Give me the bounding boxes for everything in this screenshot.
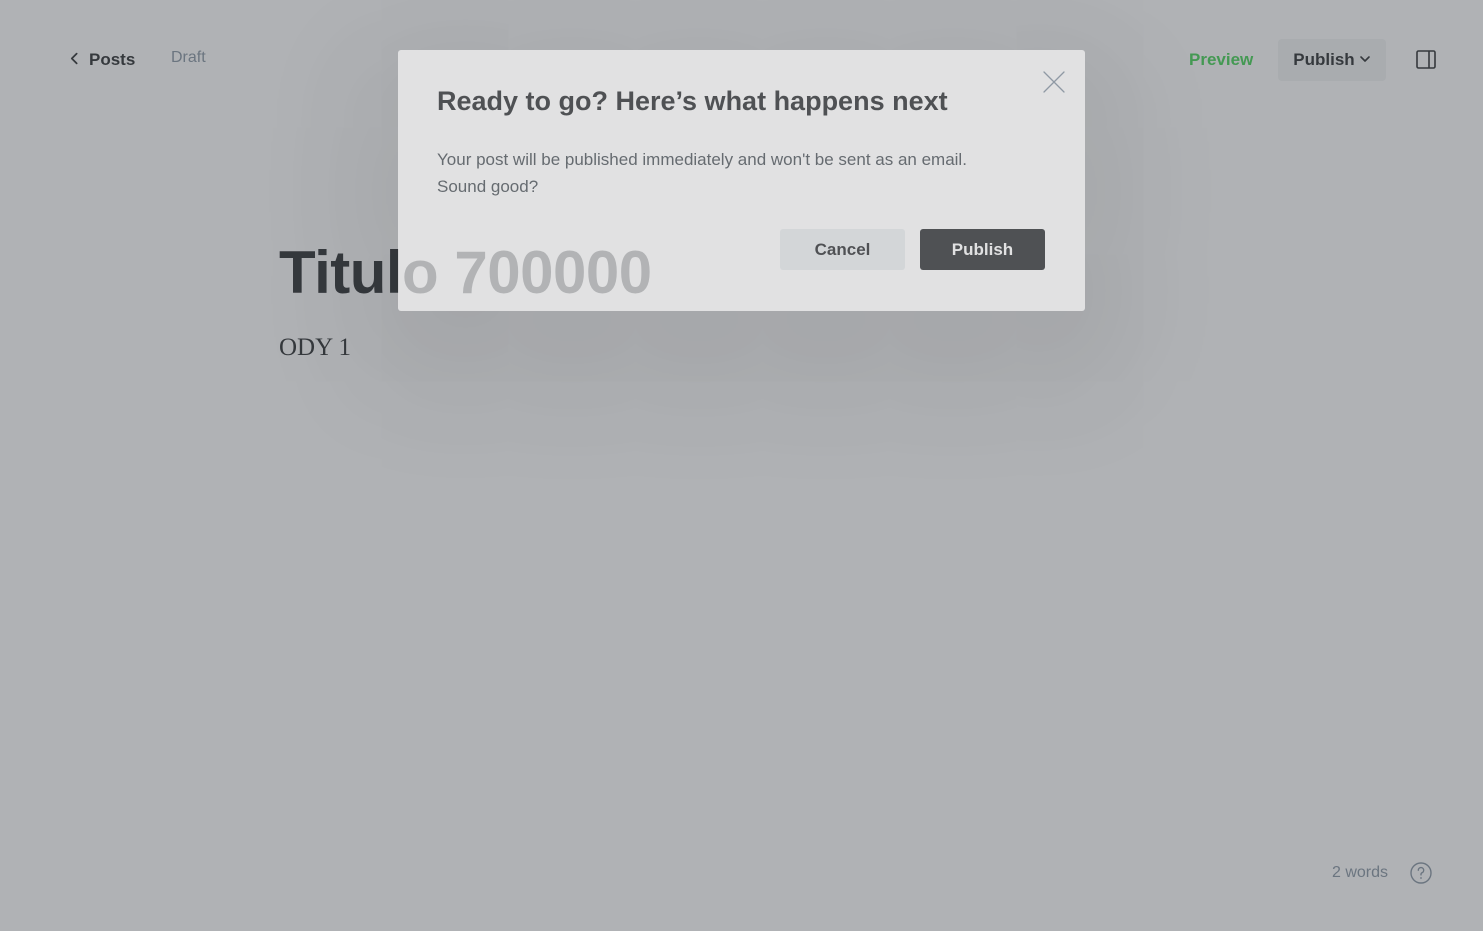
modal-title: Ready to go? Here’s what happens next (437, 86, 948, 116)
cancel-button[interactable]: Cancel (780, 229, 905, 270)
confirm-publish-button[interactable]: Publish (920, 229, 1045, 270)
close-icon[interactable] (1042, 70, 1066, 94)
modal-message: Your post will be published immediately … (437, 146, 1037, 200)
publish-confirm-modal: Ready to go? Here’s what happens next Yo… (398, 50, 1085, 311)
modal-message-line-1: Your post will be published immediately … (437, 150, 967, 169)
editor-page: Posts Draft Preview Publish Titulo 70000… (0, 0, 1483, 931)
modal-message-line-2: Sound good? (437, 177, 539, 196)
